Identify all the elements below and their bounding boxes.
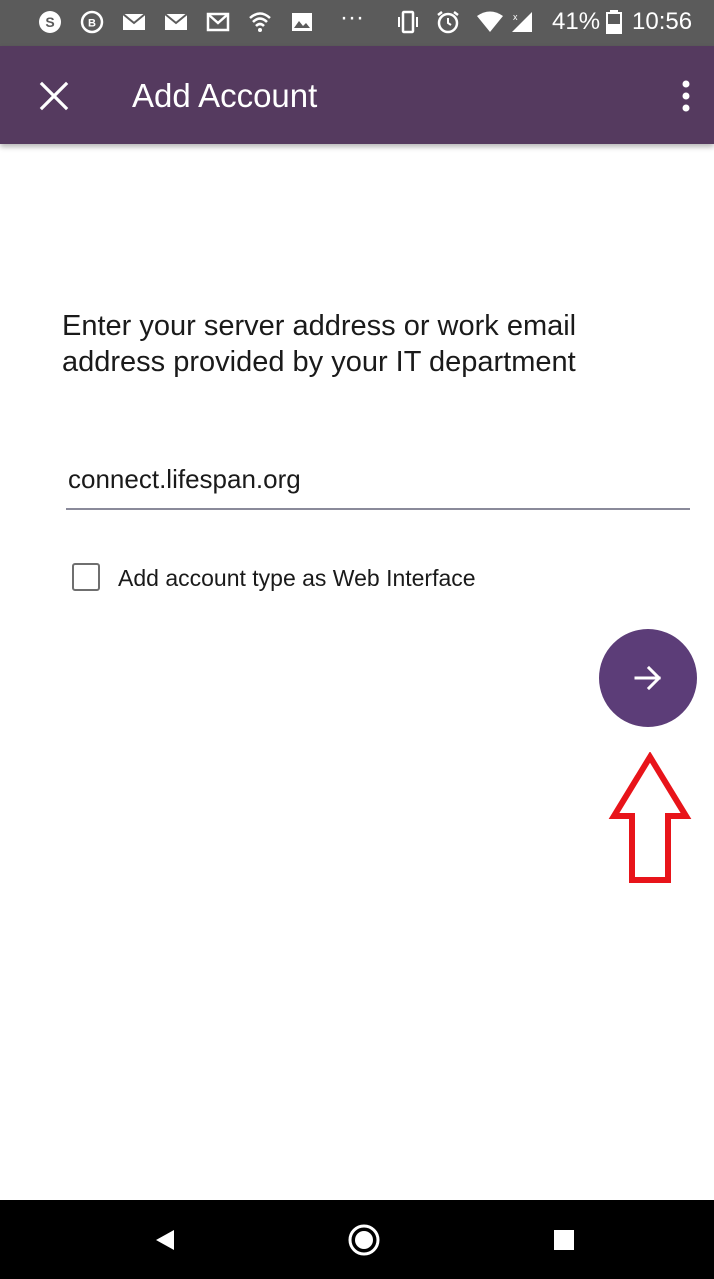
- more-vert-icon: [682, 80, 690, 112]
- page-title: Add Account: [132, 77, 318, 114]
- instructions-text: Enter your server address or work email …: [62, 310, 577, 378]
- battery-icon: [606, 10, 622, 34]
- clock: 10:56: [632, 8, 693, 35]
- wifi-icon: [249, 12, 271, 32]
- next-button[interactable]: [599, 629, 697, 727]
- back-icon[interactable]: [148, 1222, 184, 1258]
- svg-text:x: x: [513, 12, 518, 22]
- mail-icon: [122, 13, 146, 30]
- recents-icon[interactable]: [546, 1222, 582, 1258]
- home-icon[interactable]: [346, 1222, 382, 1258]
- status-bar: S B ··· x 41% 10:56: [0, 0, 714, 46]
- system-nav-bar: [0, 1200, 714, 1279]
- image-icon: [292, 13, 312, 31]
- arrow-right-icon: [634, 665, 662, 691]
- app-bar: Add Account: [0, 46, 714, 144]
- more-dots-icon: ···: [340, 4, 364, 31]
- vibrate-icon: [398, 10, 418, 34]
- close-icon: [39, 81, 69, 111]
- mail-icon: [164, 13, 188, 30]
- svg-text:S: S: [45, 14, 54, 30]
- annotation-up-arrow: [608, 752, 692, 883]
- more-options-button[interactable]: [668, 76, 704, 116]
- web-interface-checkbox[interactable]: [72, 563, 100, 591]
- svg-text:B: B: [88, 18, 96, 30]
- cell-signal-icon: x: [512, 12, 532, 32]
- server-address-input[interactable]: [66, 450, 690, 510]
- close-button[interactable]: [34, 76, 74, 116]
- circle-b-icon: B: [80, 10, 104, 34]
- skype-icon: S: [39, 11, 61, 33]
- alarm-icon: [437, 11, 459, 34]
- battery-percent: 41%: [552, 8, 601, 35]
- gmail-icon: [206, 12, 230, 32]
- wifi-signal-icon: [477, 11, 503, 32]
- checkbox-label: Add account type as Web Interface: [118, 565, 476, 591]
